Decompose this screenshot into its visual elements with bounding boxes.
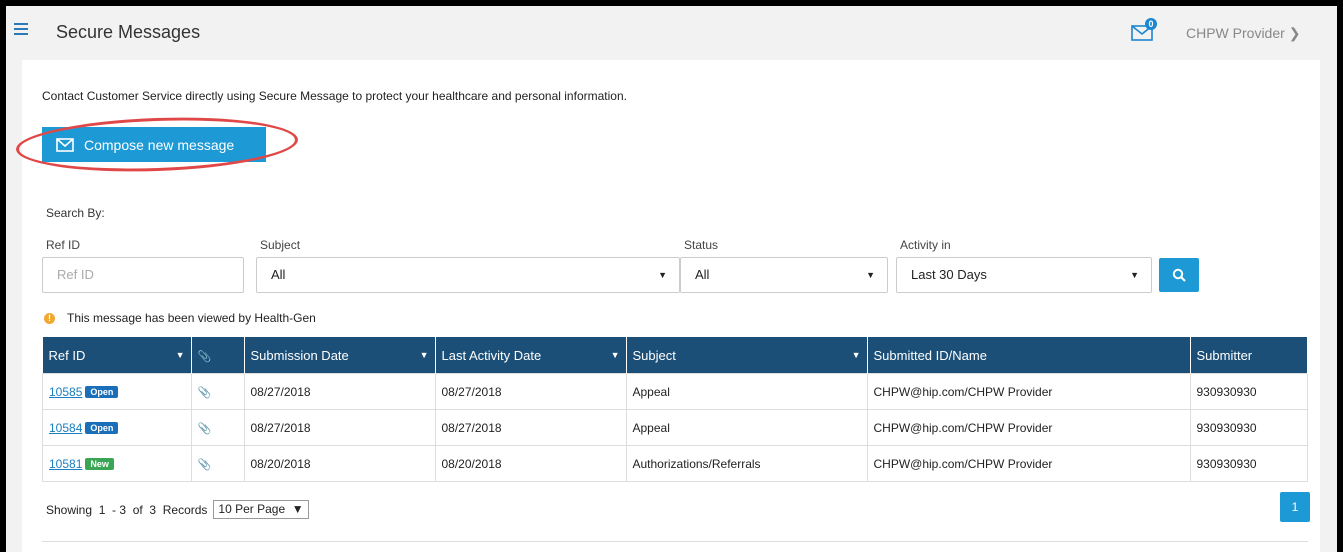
last-activity-date: 08/27/2018 — [434, 409, 627, 446]
activity-label: Activity in — [900, 238, 951, 252]
col-submitter: Submitter — [1190, 337, 1308, 374]
subject: Appeal — [625, 373, 868, 410]
table-row: 10584 Open 📎 08/27/2018 08/27/2018 Appeal… — [42, 409, 1308, 446]
subject-label: Subject — [260, 238, 301, 252]
submission-date: 08/20/2018 — [243, 445, 436, 482]
ref-id-link[interactable]: 10581 — [49, 457, 82, 471]
intro-text: Contact Customer Service directly using … — [42, 89, 627, 103]
compose-label: Compose new message — [84, 136, 235, 153]
ref-id-input[interactable]: Ref ID — [42, 257, 244, 293]
user-name: CHPW Provider — [1186, 25, 1285, 41]
activity-select-value: Last 30 Days — [911, 267, 987, 282]
paperclip-icon[interactable]: 📎 — [198, 459, 212, 471]
status-select[interactable]: All ▼ — [680, 257, 888, 293]
submitted-id-name: CHPW@hip.com/CHPW Provider — [866, 373, 1191, 410]
viewed-legend: ! This message has been viewed by Health… — [44, 311, 316, 325]
table-row: 10585 Open 📎 08/27/2018 08/27/2018 Appeal… — [42, 373, 1308, 410]
warning-icon: ! — [44, 312, 55, 324]
search-heading: Search By: — [46, 206, 105, 220]
table-row: 10581 New 📎 08/20/2018 08/20/2018 Authori… — [42, 445, 1308, 482]
sort-icon: ▼ — [175, 350, 185, 360]
subject-select-value: All — [271, 267, 286, 282]
mail-count-badge: 0 — [1145, 18, 1157, 30]
envelope-icon — [56, 137, 74, 152]
submitted-id-name: CHPW@hip.com/CHPW Provider — [866, 445, 1191, 482]
status-select-value: All — [695, 267, 710, 282]
page-title: Secure Messages — [56, 22, 201, 42]
submitted-id-name: CHPW@hip.com/CHPW Provider — [866, 409, 1191, 446]
caret-down-icon: ▼ — [658, 270, 667, 280]
ref-id-link[interactable]: 10585 — [49, 385, 82, 399]
divider — [42, 541, 1308, 542]
records-count: Showing 1 - 3 of 3 Records — [46, 502, 208, 517]
status-label: Status — [684, 238, 719, 252]
col-subject[interactable]: Subject ▼ — [626, 337, 868, 374]
subject: Authorizations/Referrals — [625, 445, 868, 482]
activity-select[interactable]: Last 30 Days ▼ — [896, 257, 1152, 293]
top-bar: Secure Messages 0 CHPW Provider ❯ — [6, 6, 1337, 59]
search-icon — [1172, 268, 1186, 282]
last-activity-date: 08/27/2018 — [434, 373, 627, 410]
paperclip-icon[interactable]: 📎 — [198, 387, 212, 399]
hamburger-menu-icon[interactable] — [14, 23, 28, 37]
col-attachment: 📎 — [191, 337, 245, 374]
status-badge: New — [85, 458, 114, 471]
status-badge: Open — [85, 422, 119, 435]
per-page-select[interactable]: 10 Per Page ▼ — [213, 500, 309, 519]
sort-icon: ▼ — [610, 350, 620, 360]
col-ref-id[interactable]: Ref ID ▼ — [42, 337, 192, 374]
viewed-legend-text: This message has been viewed by Health-G… — [67, 311, 316, 325]
app-frame: Secure Messages 0 CHPW Provider ❯ Contact… — [6, 6, 1337, 552]
messages-table: Ref ID ▼ 📎 Submission Date ▼ Last Activity… — [42, 337, 1308, 482]
paperclip-icon[interactable]: 📎 — [198, 423, 212, 435]
submitter: 930930930 — [1189, 409, 1308, 446]
caret-down-icon: ▼ — [866, 270, 875, 280]
submission-date: 08/27/2018 — [243, 409, 436, 446]
caret-down-icon: ▼ — [1130, 270, 1139, 280]
ref-id-link[interactable]: 10584 — [49, 421, 82, 435]
submitter: 930930930 — [1189, 445, 1308, 482]
col-submission-date[interactable]: Submission Date ▼ — [244, 337, 436, 374]
col-submitted-id-name: Submitted ID/Name — [867, 337, 1191, 374]
status-badge: Open — [85, 386, 119, 399]
sort-icon: ▼ — [419, 350, 429, 360]
submission-date: 08/27/2018 — [243, 373, 436, 410]
ref-id-label: Ref ID — [46, 238, 81, 252]
paperclip-icon: 📎 — [197, 350, 212, 363]
subject: Appeal — [625, 409, 868, 446]
main-panel: Contact Customer Service directly using … — [15, 60, 1320, 552]
search-button[interactable] — [1159, 258, 1199, 292]
submitter: 930930930 — [1189, 373, 1308, 410]
pagination-summary: Showing 1 - 3 of 3 Records 10 Per Page ▼ — [46, 500, 309, 519]
user-menu[interactable]: CHPW Provider ❯ — [1186, 25, 1301, 42]
compose-message-button[interactable]: Compose new message — [42, 127, 266, 162]
page-button[interactable]: 1 — [1280, 492, 1310, 522]
col-last-activity-date[interactable]: Last Activity Date ▼ — [435, 337, 627, 374]
last-activity-date: 08/20/2018 — [434, 445, 627, 482]
chevron-down-icon: ❯ — [1288, 25, 1301, 41]
subject-select[interactable]: All ▼ — [256, 257, 680, 293]
sort-icon: ▼ — [851, 350, 861, 360]
